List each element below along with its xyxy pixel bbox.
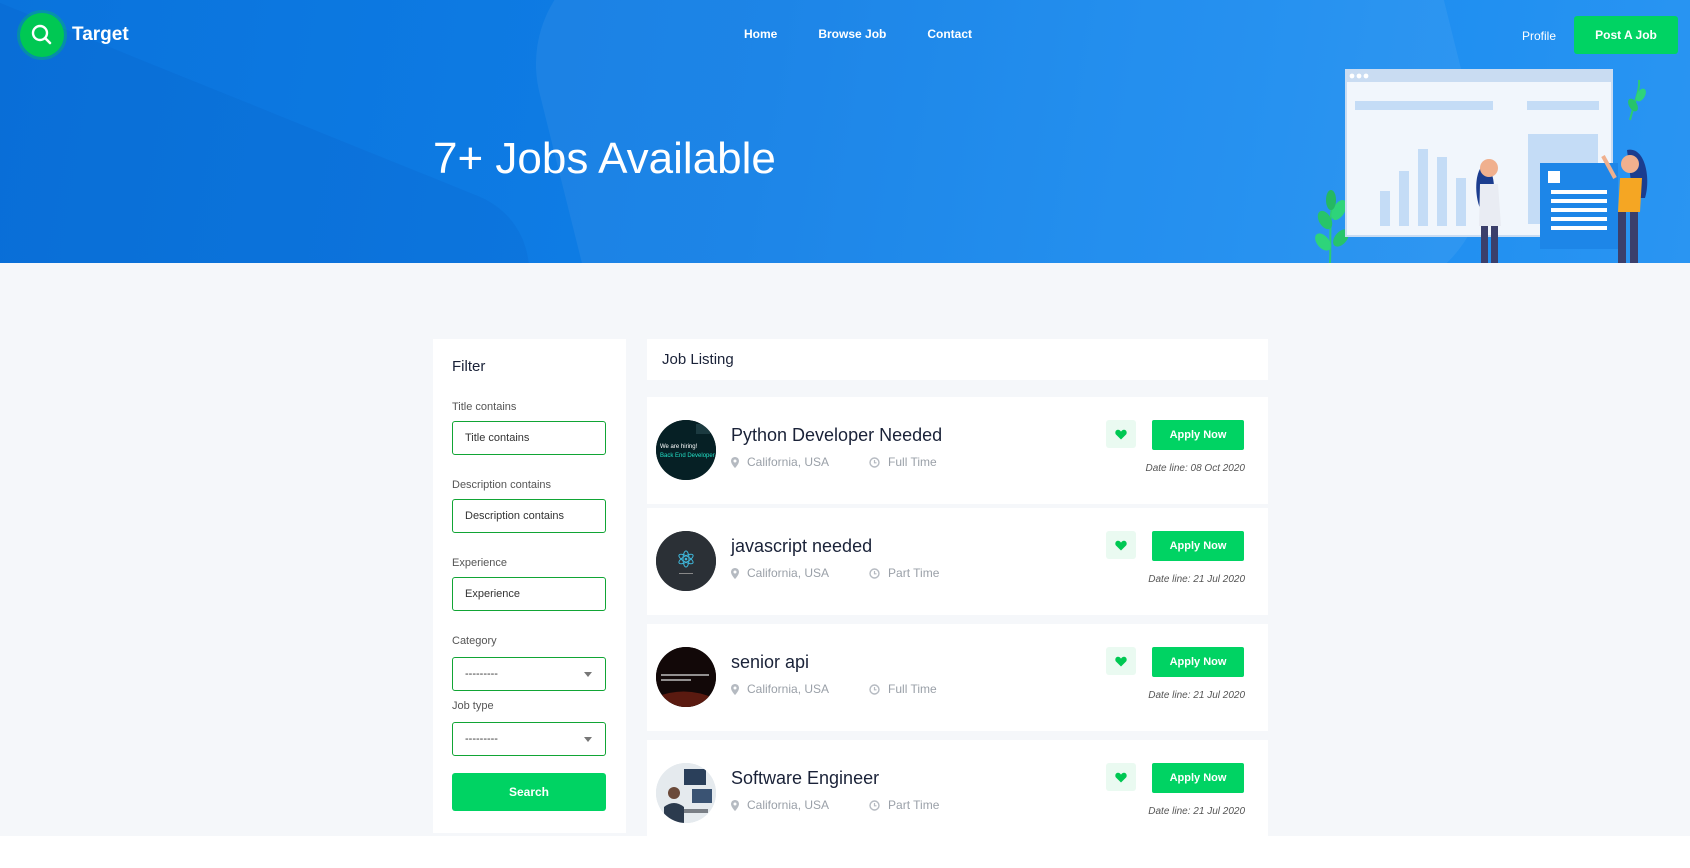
hero-illustration bbox=[1315, 69, 1648, 263]
job-card: javascript needed California, USA Part T… bbox=[647, 508, 1268, 615]
title-input-placeholder: Title contains bbox=[465, 432, 530, 444]
experience-input[interactable]: Experience bbox=[452, 577, 606, 611]
clock-icon bbox=[869, 567, 880, 579]
job-type: Part Time bbox=[888, 798, 940, 812]
description-label: Description contains bbox=[452, 479, 552, 491]
job-title[interactable]: javascript needed bbox=[731, 536, 872, 557]
job-listing-title: Job Listing bbox=[662, 351, 734, 368]
job-thumbnail bbox=[656, 763, 716, 823]
job-thumbnail-image bbox=[656, 647, 716, 707]
job-type: Part Time bbox=[888, 566, 940, 580]
clock-icon bbox=[869, 456, 880, 468]
description-input[interactable]: Description contains bbox=[452, 499, 606, 533]
title-label: Title contains bbox=[452, 401, 517, 413]
job-card: Software Engineer California, USA Part T… bbox=[647, 740, 1268, 836]
chevron-down-icon bbox=[584, 672, 592, 677]
map-pin-icon bbox=[731, 799, 739, 811]
job-thumbnail-image bbox=[656, 531, 716, 591]
job-title[interactable]: Python Developer Needed bbox=[731, 425, 942, 446]
job-deadline: Date line: 21 Jul 2020 bbox=[1148, 806, 1245, 817]
job-location: California, USA bbox=[747, 566, 830, 580]
favorite-button[interactable] bbox=[1106, 647, 1136, 675]
jobtype-select-value: --------- bbox=[465, 733, 498, 745]
document-card bbox=[1540, 163, 1618, 249]
heart-icon bbox=[1115, 429, 1127, 439]
category-label: Category bbox=[452, 635, 497, 647]
favorite-button[interactable] bbox=[1106, 531, 1136, 559]
job-deadline: Date line: 08 Oct 2020 bbox=[1145, 463, 1245, 474]
favorite-button[interactable] bbox=[1106, 420, 1136, 448]
category-select-value: --------- bbox=[465, 668, 498, 680]
job-meta: California, USA Part Time bbox=[731, 566, 939, 580]
heart-icon bbox=[1115, 656, 1127, 666]
hero-banner: Target Home Browse Job Contact Profile P… bbox=[0, 0, 1690, 263]
job-card: We are hiring! Back End Developer Python… bbox=[647, 397, 1268, 504]
job-listing-header: Job Listing bbox=[647, 339, 1268, 380]
apply-now-button[interactable]: Apply Now bbox=[1152, 647, 1244, 677]
svg-text:Back End Developer: Back End Developer bbox=[660, 453, 715, 459]
apply-now-button[interactable]: Apply Now bbox=[1152, 763, 1244, 793]
apply-now-button[interactable]: Apply Now bbox=[1152, 531, 1244, 561]
heart-icon bbox=[1115, 772, 1127, 782]
job-thumbnail-image: We are hiring! Back End Developer bbox=[656, 420, 716, 480]
job-title[interactable]: Software Engineer bbox=[731, 768, 879, 789]
nav-browse-job[interactable]: Browse Job bbox=[818, 27, 886, 41]
job-meta: California, USA Full Time bbox=[731, 455, 937, 469]
apply-now-button[interactable]: Apply Now bbox=[1152, 420, 1244, 450]
nav-contact[interactable]: Contact bbox=[927, 27, 972, 41]
post-job-button[interactable]: Post A Job bbox=[1574, 16, 1678, 54]
job-type: Full Time bbox=[888, 455, 937, 469]
heart-icon bbox=[1115, 540, 1127, 550]
favorite-button[interactable] bbox=[1106, 763, 1136, 791]
brand-name: Target bbox=[72, 24, 129, 45]
job-location: California, USA bbox=[747, 798, 830, 812]
experience-label: Experience bbox=[452, 557, 508, 569]
job-card: senior api California, USA Full Time App… bbox=[647, 624, 1268, 731]
search-button[interactable]: Search bbox=[452, 773, 606, 811]
job-thumbnail bbox=[656, 531, 716, 591]
experience-input-placeholder: Experience bbox=[465, 588, 521, 600]
jobtype-select[interactable]: --------- bbox=[452, 722, 606, 756]
title-input[interactable]: Title contains bbox=[452, 421, 606, 455]
logo-link[interactable]: Target bbox=[20, 13, 129, 57]
filter-panel: Filter Title contains Title contains Des… bbox=[433, 339, 626, 833]
map-pin-icon bbox=[731, 683, 739, 695]
magnifier-icon bbox=[20, 13, 64, 57]
job-thumbnail-image bbox=[656, 763, 716, 823]
nav-profile[interactable]: Profile bbox=[1522, 29, 1556, 43]
category-select[interactable]: --------- bbox=[452, 657, 606, 691]
chevron-down-icon bbox=[584, 737, 592, 742]
clock-icon bbox=[869, 683, 880, 695]
job-meta: California, USA Full Time bbox=[731, 682, 937, 696]
svg-text:We are hiring!: We are hiring! bbox=[660, 444, 698, 450]
map-pin-icon bbox=[731, 567, 739, 579]
job-title[interactable]: senior api bbox=[731, 652, 809, 673]
nav-home[interactable]: Home bbox=[744, 27, 777, 41]
job-deadline: Date line: 21 Jul 2020 bbox=[1148, 690, 1245, 701]
jobtype-label: Job type bbox=[452, 700, 494, 712]
description-input-placeholder: Description contains bbox=[465, 510, 565, 522]
job-meta: California, USA Part Time bbox=[731, 798, 939, 812]
job-location: California, USA bbox=[747, 682, 830, 696]
job-deadline: Date line: 21 Jul 2020 bbox=[1148, 574, 1245, 585]
job-thumbnail: We are hiring! Back End Developer bbox=[656, 420, 716, 480]
clock-icon bbox=[869, 799, 880, 811]
job-thumbnail bbox=[656, 647, 716, 707]
job-location: California, USA bbox=[747, 455, 830, 469]
plant-decoration bbox=[1628, 79, 1646, 121]
main-nav: Home Browse Job Contact bbox=[744, 27, 972, 41]
job-type: Full Time bbox=[888, 682, 937, 696]
page-title: 7+ Jobs Available bbox=[433, 134, 776, 183]
filter-title: Filter bbox=[452, 358, 486, 375]
map-pin-icon bbox=[731, 456, 739, 468]
